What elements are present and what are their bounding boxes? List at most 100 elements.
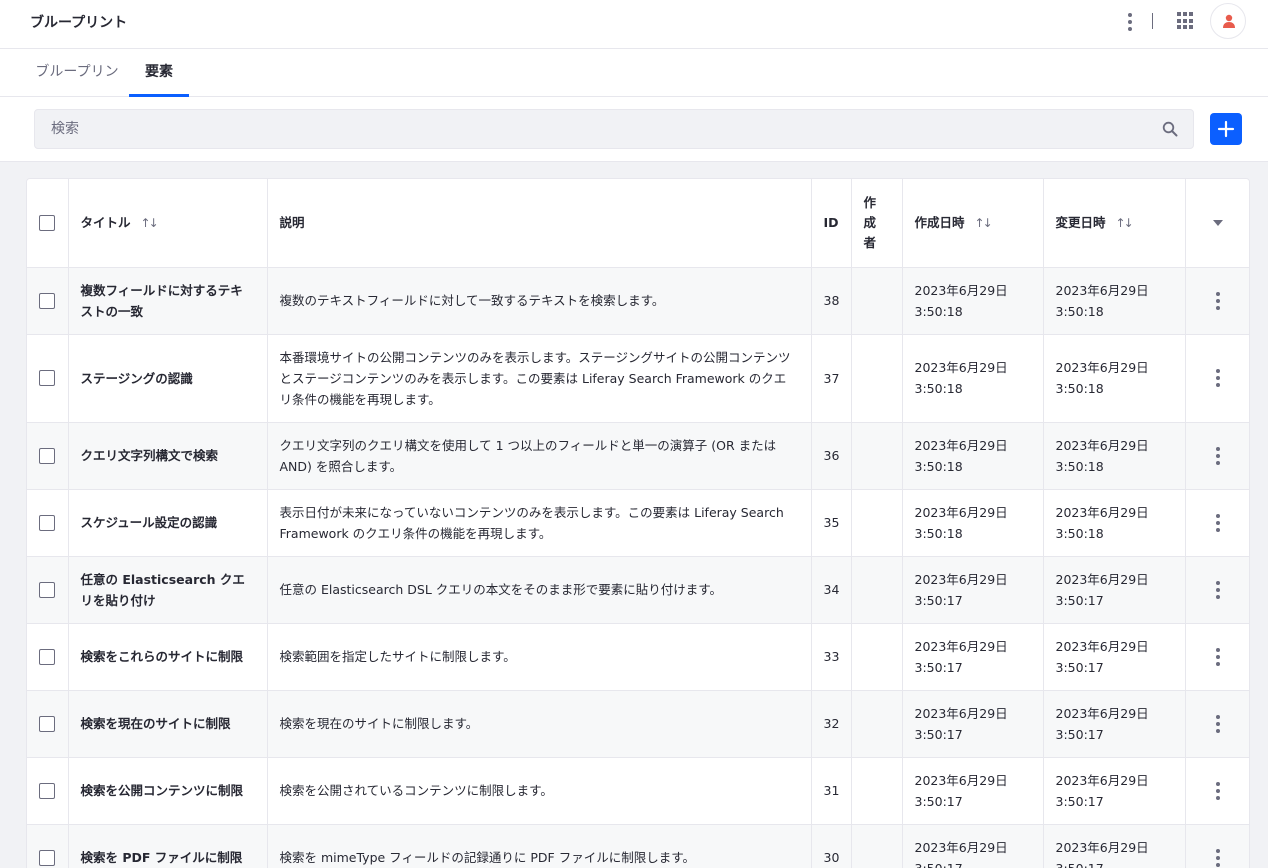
table-row[interactable]: ステージングの認識 本番環境サイトの公開コンテンツのみを表示します。ステージングサ… — [27, 334, 1249, 423]
column-header-title[interactable]: タイトル ↑↓ — [68, 179, 268, 268]
add-button[interactable] — [1210, 113, 1242, 145]
kebab-vertical-icon[interactable] — [1208, 713, 1228, 735]
row-created-time: 3:50:17 — [914, 793, 963, 809]
grid-apps-icon[interactable] — [1177, 12, 1195, 30]
row-created-time: 3:50:17 — [914, 659, 963, 675]
kebab-vertical-icon[interactable] — [1208, 780, 1228, 802]
row-created-date: 2023年6月29日 — [914, 282, 1008, 298]
row-checkbox[interactable] — [39, 782, 56, 799]
sort-arrows-icon[interactable]: ↑↓ — [141, 213, 159, 234]
row-actions-cell — [1185, 556, 1249, 624]
row-checkbox[interactable] — [39, 447, 56, 464]
row-select-cell — [27, 489, 69, 557]
row-modified-date: 2023年6月29日 — [1055, 571, 1149, 587]
row-modified: 2023年6月29日 3:50:17 — [1043, 757, 1186, 825]
row-created-time: 3:50:18 — [914, 303, 963, 319]
user-avatar[interactable] — [1210, 3, 1246, 39]
row-title[interactable]: ステージングの認識 — [68, 334, 268, 423]
row-title[interactable]: 複数フィールドに対するテキストの一致 — [68, 267, 268, 335]
row-creator — [851, 489, 903, 557]
row-description: 本番環境サイトの公開コンテンツのみを表示します。ステージングサイトの公開コンテン… — [267, 334, 812, 423]
kebab-vertical-icon[interactable] — [1208, 646, 1228, 668]
table-row[interactable]: 複数フィールドに対するテキストの一致 複数のテキストフィールドに対して一致するテキ… — [27, 267, 1249, 335]
row-created: 2023年6月29日 3:50:17 — [902, 690, 1044, 758]
row-modified-date: 2023年6月29日 — [1055, 437, 1149, 453]
row-description: 検索を mimeType フィールドの記録通りに PDF ファイルに制限します。 — [267, 824, 812, 868]
kebab-vertical-icon[interactable] — [1208, 847, 1228, 868]
row-select-cell — [27, 556, 69, 624]
row-actions-cell — [1185, 334, 1249, 423]
row-created-date: 2023年6月29日 — [914, 705, 1008, 721]
caret-down-icon[interactable] — [1213, 219, 1224, 226]
tab-elements[interactable]: 要素 — [129, 49, 189, 97]
row-modified-time: 3:50:17 — [1055, 592, 1104, 608]
row-id: 34 — [811, 556, 852, 624]
search-input[interactable] — [34, 109, 1194, 149]
column-label-created: 作成日時 — [914, 214, 965, 230]
user-icon — [1223, 14, 1235, 28]
row-modified-date: 2023年6月29日 — [1055, 772, 1149, 788]
row-modified-time: 3:50:17 — [1055, 860, 1104, 868]
management-toolbar — [0, 97, 1268, 162]
table-row[interactable]: スケジュール設定の認識 表示日付が未来になっていないコンテンツのみを表示します。こ… — [27, 489, 1249, 557]
column-header-created[interactable]: 作成日時 ↑↓ — [902, 179, 1044, 268]
row-title[interactable]: 検索を公開コンテンツに制限 — [68, 757, 268, 825]
row-modified-date: 2023年6月29日 — [1055, 839, 1149, 855]
row-title[interactable]: スケジュール設定の認識 — [68, 489, 268, 557]
row-title[interactable]: クエリ文字列構文で検索 — [68, 422, 268, 490]
row-title[interactable]: 任意の Elasticsearch クエリを貼り付け — [68, 556, 268, 624]
row-checkbox[interactable] — [39, 514, 56, 531]
table-row[interactable]: 任意の Elasticsearch クエリを貼り付け 任意の Elasticsea… — [27, 556, 1249, 624]
row-checkbox[interactable] — [39, 370, 56, 386]
table-row[interactable]: 検索を現在のサイトに制限 検索を現在のサイトに制限します。 32 2023年6月29日… — [27, 690, 1249, 758]
row-title[interactable]: 検索を現在のサイトに制限 — [68, 690, 268, 758]
row-modified-date: 2023年6月29日 — [1055, 504, 1149, 520]
select-all-checkbox[interactable] — [39, 214, 56, 231]
row-description: 検索範囲を指定したサイトに制限します。 — [267, 623, 812, 691]
column-label-creator-1: 作 — [863, 194, 877, 210]
kebab-vertical-icon[interactable] — [1208, 290, 1228, 312]
row-select-cell — [27, 267, 69, 335]
sort-arrows-icon[interactable]: ↑↓ — [1116, 213, 1134, 234]
row-select-cell — [27, 690, 69, 758]
table-row[interactable]: 検索をこれらのサイトに制限 検索範囲を指定したサイトに制限します。 33 2023年6… — [27, 623, 1249, 691]
row-modified: 2023年6月29日 3:50:17 — [1043, 690, 1186, 758]
row-created-date: 2023年6月29日 — [914, 360, 1008, 375]
row-select-cell — [27, 334, 69, 423]
row-creator — [851, 556, 903, 624]
kebab-vertical-icon[interactable] — [1208, 367, 1228, 389]
table-row[interactable]: クエリ文字列構文で検索 クエリ文字列のクエリ構文を使用して 1 つ以上のフィールド… — [27, 422, 1249, 490]
sort-arrows-icon[interactable]: ↑↓ — [975, 213, 993, 234]
row-created-date: 2023年6月29日 — [914, 638, 1008, 654]
row-description: 検索を公開されているコンテンツに制限します。 — [267, 757, 812, 825]
row-id: 33 — [811, 623, 852, 691]
row-title[interactable]: 検索を PDF ファイルに制限 — [68, 824, 268, 868]
tab-blueprints[interactable]: ブループリント — [30, 49, 124, 126]
row-created-time: 3:50:18 — [914, 525, 963, 541]
row-modified: 2023年6月29日 3:50:18 — [1043, 489, 1186, 557]
kebab-vertical-icon[interactable] — [1208, 445, 1228, 467]
row-description: 複数のテキストフィールドに対して一致するテキストを検索します。 — [267, 267, 812, 335]
row-checkbox[interactable] — [39, 292, 56, 309]
row-modified-time: 3:50:17 — [1055, 793, 1104, 809]
row-checkbox[interactable] — [39, 849, 56, 866]
column-label-creator-3: 者 — [863, 234, 877, 250]
row-checkbox[interactable] — [39, 581, 56, 598]
kebab-vertical-icon[interactable] — [1208, 512, 1228, 534]
table-row[interactable]: 検索を公開コンテンツに制限 検索を公開されているコンテンツに制限します。 31 202… — [27, 757, 1249, 825]
search-icon[interactable] — [1162, 121, 1178, 137]
row-creator — [851, 757, 903, 825]
table-row[interactable]: 検索を PDF ファイルに制限 検索を mimeType フィールドの記録通りに … — [27, 824, 1249, 868]
row-checkbox[interactable] — [39, 648, 56, 665]
row-modified: 2023年6月29日 3:50:17 — [1043, 824, 1186, 868]
row-id: 36 — [811, 422, 852, 490]
row-created-date: 2023年6月29日 — [914, 571, 1008, 587]
plus-icon — [1217, 120, 1235, 138]
row-modified-time: 3:50:18 — [1055, 525, 1104, 541]
row-modified-time: 3:50:18 — [1055, 381, 1104, 396]
row-checkbox[interactable] — [39, 715, 56, 732]
kebab-vertical-icon[interactable] — [1120, 10, 1140, 34]
kebab-vertical-icon[interactable] — [1208, 579, 1228, 601]
column-header-modified[interactable]: 変更日時 ↑↓ — [1043, 179, 1186, 268]
row-title[interactable]: 検索をこれらのサイトに制限 — [68, 623, 268, 691]
